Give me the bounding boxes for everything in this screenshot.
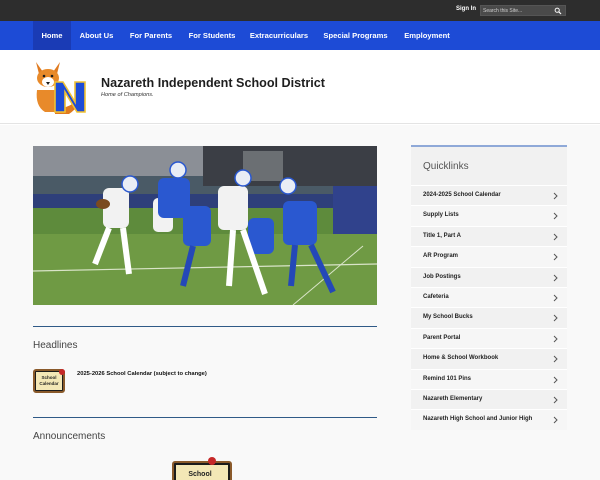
main-navigation: Home About Us For Parents For Students E… (0, 21, 600, 50)
football-game-photo (33, 146, 377, 305)
quicklink-label: Parent Portal (423, 334, 461, 341)
chevron-right-icon (553, 233, 558, 241)
quicklink-item[interactable]: Nazareth Elementary (411, 388, 567, 409)
chevron-right-icon (553, 253, 558, 261)
quicklinks-panel: Quicklinks 2024-2025 School Calendar Sup… (411, 145, 567, 430)
headlines-title: Headlines (33, 340, 78, 351)
headline-link-school-calendar[interactable]: 2025-2026 School Calendar (subject to ch… (77, 371, 207, 377)
quicklink-label: Home & School Workbook (423, 355, 499, 362)
district-name[interactable]: Nazareth Independent School District (101, 76, 325, 90)
quicklinks-title: Quicklinks (423, 161, 469, 172)
chevron-right-icon (553, 294, 558, 302)
announcement-thumbnail[interactable]: School (172, 456, 236, 480)
district-tagline: Home of Champions. (101, 92, 154, 98)
school-calendar-thumbnail[interactable]: School Calendar (33, 368, 66, 395)
nav-item-extracurriculars[interactable]: Extracurriculars (246, 21, 312, 50)
quicklink-item[interactable]: 2024-2025 School Calendar (411, 185, 567, 205)
quicklink-label: Supply Lists (423, 212, 459, 219)
sign-in-link[interactable]: Sign In (456, 6, 476, 12)
quicklink-label: Remind 101 Pins (423, 375, 472, 382)
quicklink-item[interactable]: Parent Portal (411, 327, 567, 349)
quicklink-label: Title 1, Part A (423, 232, 462, 239)
chevron-right-icon (553, 314, 558, 322)
chevron-right-icon (553, 192, 558, 200)
utility-bar: Sign In (0, 0, 600, 21)
announcements-title: Announcements (33, 431, 106, 442)
site-header: Nazareth Independent School District Hom… (0, 50, 600, 124)
thumb-text-line-1: School (41, 375, 56, 380)
quicklink-label: My School Bucks (423, 314, 473, 321)
quicklink-label: 2024-2025 School Calendar (423, 192, 501, 198)
quicklink-item[interactable]: Home & School Workbook (411, 348, 567, 368)
main-content: Headlines School Calendar 2025-2026 Scho… (0, 125, 600, 480)
nav-item-special-programs[interactable]: Special Programs (318, 21, 393, 50)
search-input[interactable] (483, 6, 553, 15)
chevron-right-icon (553, 213, 558, 220)
headlines-divider (33, 326, 377, 327)
nav-item-for-parents[interactable]: For Parents (124, 21, 178, 50)
nav-item-about-us[interactable]: About Us (73, 21, 120, 50)
nav-item-for-students[interactable]: For Students (183, 21, 241, 50)
quicklink-item[interactable]: Nazareth High School and Junior High (411, 409, 567, 430)
quicklink-label: Job Postings (423, 273, 461, 280)
quicklink-item[interactable]: Supply Lists (411, 205, 567, 226)
quicklinks-list: 2024-2025 School Calendar Supply Lists T… (411, 185, 567, 430)
nav-item-employment[interactable]: Employment (398, 21, 456, 50)
fox-n-logo-icon[interactable] (33, 60, 93, 115)
chevron-right-icon (553, 335, 558, 343)
chevron-right-icon (553, 274, 558, 281)
quicklink-label: AR Program (423, 253, 459, 260)
quicklink-label: Nazareth Elementary (423, 395, 483, 402)
quicklink-item[interactable]: Cafeteria (411, 286, 567, 308)
announcement-thumb-text: School (188, 471, 211, 478)
nav-item-home[interactable]: Home (33, 21, 71, 50)
search-icon[interactable] (554, 7, 562, 15)
thumb-text-line-2: Calendar (39, 381, 59, 386)
quicklink-item[interactable]: Job Postings (411, 266, 567, 287)
quicklink-label: Nazareth High School and Junior High (423, 416, 533, 423)
chevron-right-icon (553, 355, 558, 363)
chevron-right-icon (553, 376, 558, 383)
quicklink-item[interactable]: Title 1, Part A (411, 225, 567, 246)
quicklink-item[interactable]: AR Program (411, 246, 567, 267)
announcements-divider (33, 417, 377, 418)
chevron-right-icon (553, 396, 558, 404)
site-search (480, 5, 566, 16)
quicklink-label: Cafeteria (423, 293, 449, 300)
chevron-right-icon (553, 416, 558, 424)
quicklink-item[interactable]: Remind 101 Pins (411, 368, 567, 389)
quicklink-item[interactable]: My School Bucks (411, 307, 567, 327)
